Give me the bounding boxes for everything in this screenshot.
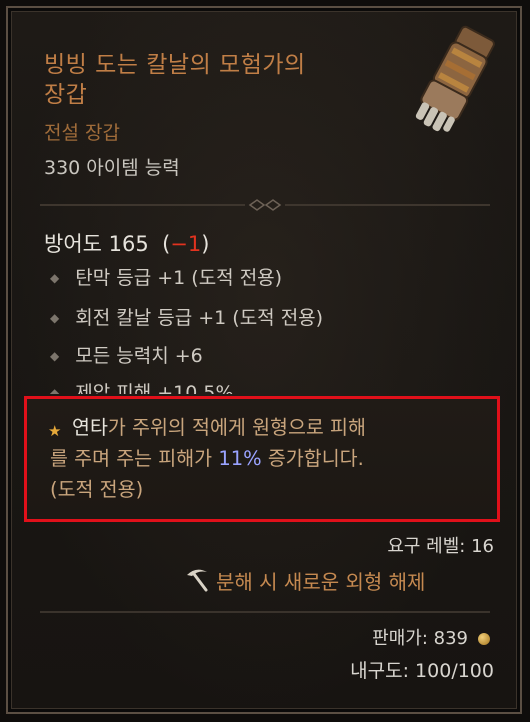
affix-text: 모든 능력치 +6 (75, 345, 203, 367)
legendary-aspect: 연타가 주위의 적에게 원형으로 피해 를 주며 주는 피해가 11% 증가합니… (50, 412, 490, 505)
affix-text: 회전 칼날 등급 +1 (도적 전용) (75, 307, 324, 329)
affix-line: ◆ 탄막 등급 +1 (도적 전용) (50, 263, 282, 290)
sell-value-text: 판매가: 839 (372, 628, 468, 649)
aspect-text: 증가합니다. (261, 447, 364, 470)
aspect-text: 가 주위의 적에게 원형으로 피해 (107, 416, 366, 439)
affix-line-partial: ◆ 제압 피해 +10.5% (50, 378, 234, 394)
gold-coin-icon (478, 633, 490, 645)
item-rarity: 전설 장갑 (44, 122, 120, 144)
diamond-bullet-icon: ◆ (50, 271, 60, 285)
aspect-class-restriction: (도적 전용) (50, 478, 144, 501)
aspect-text: 를 주며 주는 피해가 (50, 447, 219, 470)
item-name: 빙빙 도는 칼날의 모험가의 장갑 (44, 52, 306, 108)
diamond-bullet-icon: ◆ (50, 349, 60, 363)
divider-ornament (40, 199, 490, 211)
salvage-transmog-text: 분해 시 새로운 외형 해제 (216, 570, 426, 594)
pickaxe-icon (187, 569, 208, 592)
armor-stat: 방어도 165 (−1) (44, 228, 209, 258)
diamond-bullet-icon: ◆ (50, 386, 60, 394)
armor-diff-close: ) (201, 232, 210, 256)
diamond-bullet-icon: ◆ (50, 311, 60, 325)
affix-line: ◆ 회전 칼날 등급 +1 (도적 전용) (50, 303, 323, 330)
aspect-skill: 연타 (72, 416, 108, 439)
durability: 내구도: 100/100 (350, 660, 494, 682)
aspect-value: 11% (218, 447, 262, 470)
required-level: 요구 레벨: 16 (387, 536, 494, 557)
armor-diff: −1 (170, 232, 202, 256)
gauntlet-icon (415, 25, 495, 132)
affix-line: ◆ 모든 능력치 +6 (50, 341, 203, 368)
affix-text: 제압 피해 +10.5% (75, 382, 234, 394)
sell-value: 판매가: 839 (372, 624, 490, 650)
affix-text: 탄막 등급 +1 (도적 전용) (75, 267, 283, 289)
item-power: 330 아이템 능력 (44, 157, 180, 179)
armor-value: 방어도 165 (44, 232, 149, 256)
divider (40, 611, 490, 613)
